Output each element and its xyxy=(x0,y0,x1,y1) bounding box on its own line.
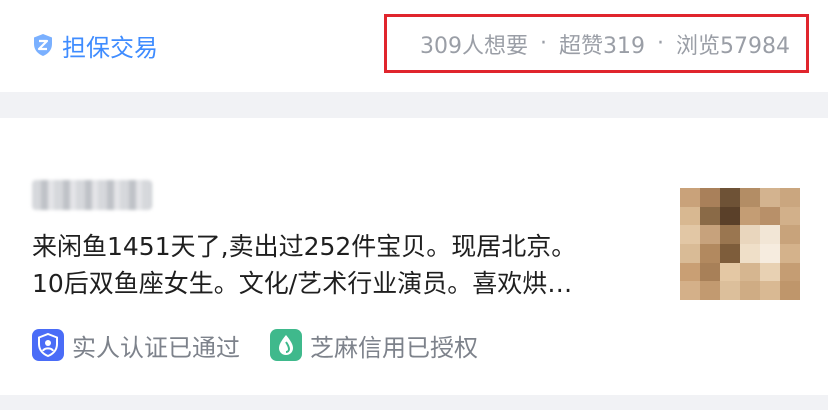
item-stats: 309人想要 · 超赞319 · 浏览57984 xyxy=(420,17,790,70)
seller-avatar[interactable] xyxy=(680,188,800,300)
person-verify-icon xyxy=(32,329,64,361)
real-name-verified-badge[interactable]: 实人认证已通过 xyxy=(32,328,240,363)
stats-highlight-box: 309人想要 · 超赞319 · 浏览57984 xyxy=(384,14,809,73)
stats-separator: · xyxy=(657,31,664,56)
section-divider xyxy=(0,395,828,410)
wants-count: 309人想要 xyxy=(420,33,528,59)
guarantee-label: 担保交易 xyxy=(62,33,158,62)
shield-icon xyxy=(32,33,54,57)
item-stats-bar: 担保交易 309人想要 · 超赞319 · 浏览57984 xyxy=(0,0,828,92)
guarantee-trade-link[interactable]: 担保交易 xyxy=(32,28,158,62)
seller-bio-line: 来闲鱼1451天了,卖出过252件宝贝。现居北京。 xyxy=(32,232,577,261)
seller-card[interactable]: 来闲鱼1451天了,卖出过252件宝贝。现居北京。 10后双鱼座女生。文化/艺术… xyxy=(0,118,828,395)
stats-separator: · xyxy=(540,31,547,56)
seller-badges: 实人认证已通过 芝麻信用已授权 xyxy=(32,326,478,364)
views-count: 浏览57984 xyxy=(676,33,790,59)
seller-bio-line: 10后双鱼座女生。文化/艺术行业演员。喜欢烘… xyxy=(32,269,573,298)
seller-nickname-blurred xyxy=(32,180,152,210)
likes-count: 超赞319 xyxy=(559,33,645,59)
badge-label: 芝麻信用已授权 xyxy=(310,333,478,362)
sesame-credit-badge[interactable]: 芝麻信用已授权 xyxy=(270,328,478,363)
sesame-credit-icon xyxy=(270,329,302,361)
badge-label: 实人认证已通过 xyxy=(72,333,240,362)
section-divider xyxy=(0,92,828,118)
seller-bio: 来闲鱼1451天了,卖出过252件宝贝。现居北京。 10后双鱼座女生。文化/艺术… xyxy=(32,228,652,302)
